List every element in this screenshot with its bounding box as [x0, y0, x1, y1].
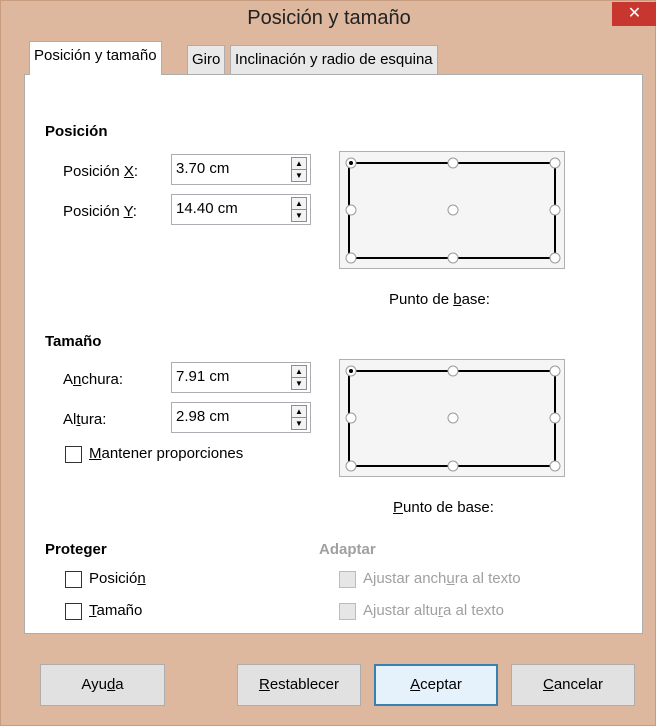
size-section-title: Tamaño	[45, 333, 102, 350]
spin-up-icon[interactable]: ▲	[292, 406, 306, 418]
point-top-center[interactable]	[447, 157, 459, 169]
protect-size-label[interactable]: Tamaño	[89, 602, 142, 619]
position-y-spinner[interactable]: ▲ ▼	[291, 197, 307, 222]
selected-point-dot	[349, 161, 353, 165]
spin-down-icon[interactable]: ▼	[292, 418, 306, 430]
fit-height-checkbox	[339, 603, 356, 620]
base-point-grid-size[interactable]	[340, 360, 566, 478]
fit-width-label: Ajustar anchura al texto	[363, 570, 521, 587]
position-x-field[interactable]: 3.70 cm ▲ ▼	[171, 154, 311, 185]
tab-rotation[interactable]: Giro	[187, 45, 226, 75]
position-section-title: Posición	[45, 123, 108, 140]
position-base-point-selector[interactable]	[339, 151, 565, 269]
dialog-window: Posición y tamaño ✕ Posición y tamaño Gi…	[0, 0, 656, 726]
base-point-grid-position[interactable]	[340, 152, 566, 270]
size-base-point-selector[interactable]	[339, 359, 565, 477]
selected-point-dot	[349, 369, 353, 373]
width-value: 7.91 cm	[176, 368, 230, 385]
spin-up-icon[interactable]: ▲	[292, 198, 306, 210]
position-x-value: 3.70 cm	[176, 160, 230, 177]
position-y-field[interactable]: 14.40 cm ▲ ▼	[171, 194, 311, 225]
height-spinner[interactable]: ▲ ▼	[291, 405, 307, 430]
tab-panel: Posición Posición X: 3.70 cm ▲ ▼ Posició…	[24, 74, 643, 634]
cancel-button[interactable]: Cancelar	[511, 664, 635, 706]
spin-up-icon[interactable]: ▲	[292, 366, 306, 378]
height-label: Altura:	[63, 411, 107, 428]
point-middle-right[interactable]	[549, 204, 561, 216]
tab-label: Posición y tamaño	[34, 47, 157, 64]
point-bottom-right[interactable]	[549, 252, 561, 264]
width-field[interactable]: 7.91 cm ▲ ▼	[171, 362, 311, 393]
spin-down-icon[interactable]: ▼	[292, 170, 306, 182]
point-bottom-center[interactable]	[447, 252, 459, 264]
point-bottom-center[interactable]	[447, 460, 459, 472]
width-spinner[interactable]: ▲ ▼	[291, 365, 307, 390]
position-x-label: Posición X:	[63, 163, 139, 180]
tab-label: Giro	[192, 51, 221, 68]
protect-section-title: Proteger	[45, 541, 107, 558]
position-y-value: 14.40 cm	[176, 200, 238, 217]
tab-label: Inclinación y radio de esquina	[235, 51, 433, 68]
point-bottom-right[interactable]	[549, 460, 561, 472]
protect-position-checkbox[interactable]	[65, 571, 82, 588]
fit-height-label: Ajustar altura al texto	[363, 602, 504, 619]
title-bar[interactable]: Posición y tamaño ✕	[1, 1, 656, 35]
point-bottom-left[interactable]	[345, 252, 357, 264]
help-button[interactable]: Ayuda	[40, 664, 165, 706]
point-center[interactable]	[447, 412, 459, 424]
point-top-right[interactable]	[549, 365, 561, 377]
protect-position-label[interactable]: Posición	[89, 570, 146, 587]
protect-size-checkbox[interactable]	[65, 603, 82, 620]
point-bottom-left[interactable]	[345, 460, 357, 472]
point-middle-left[interactable]	[345, 204, 357, 216]
tab-position-size[interactable]: Posición y tamaño	[29, 41, 162, 75]
ok-button[interactable]: Aceptar	[374, 664, 498, 706]
position-y-label: Posición Y:	[63, 203, 137, 220]
fit-width-checkbox	[339, 571, 356, 588]
point-top-center[interactable]	[447, 365, 459, 377]
point-middle-right[interactable]	[549, 412, 561, 424]
size-base-point-label: Punto de base:	[393, 499, 494, 516]
reset-button[interactable]: Restablecer	[237, 664, 361, 706]
point-center[interactable]	[447, 204, 459, 216]
spin-up-icon[interactable]: ▲	[292, 158, 306, 170]
position-x-spinner[interactable]: ▲ ▼	[291, 157, 307, 182]
close-button[interactable]: ✕	[612, 2, 656, 26]
height-field[interactable]: 2.98 cm ▲ ▼	[171, 402, 311, 433]
close-icon: ✕	[627, 5, 642, 22]
adapt-section-title: Adaptar	[319, 541, 376, 558]
point-top-right[interactable]	[549, 157, 561, 169]
keep-ratio-label[interactable]: Mantener proporciones	[89, 445, 243, 462]
spin-down-icon[interactable]: ▼	[292, 378, 306, 390]
position-base-point-label: Punto de base:	[389, 291, 490, 308]
height-value: 2.98 cm	[176, 408, 230, 425]
point-middle-left[interactable]	[345, 412, 357, 424]
spin-down-icon[interactable]: ▼	[292, 210, 306, 222]
tab-slant-corner-radius[interactable]: Inclinación y radio de esquina	[230, 45, 438, 75]
keep-ratio-checkbox[interactable]	[65, 446, 82, 463]
dialog-title: Posición y tamaño	[247, 7, 411, 29]
width-label: Anchura:	[63, 371, 124, 388]
